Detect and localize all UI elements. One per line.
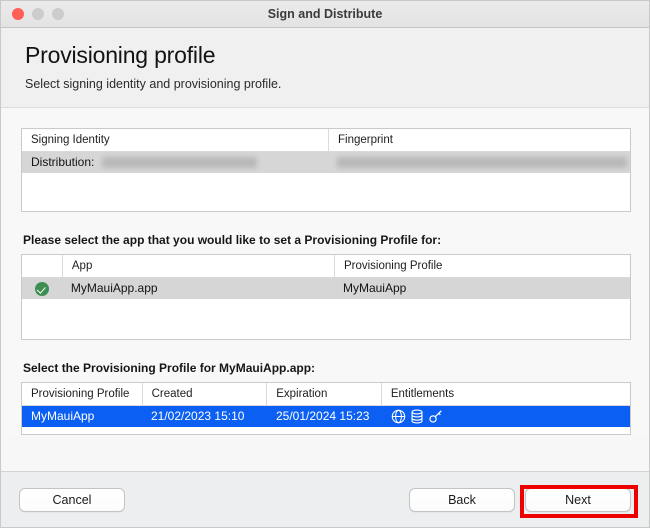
table-row[interactable]: MyMauiApp.app MyMauiApp	[22, 278, 630, 299]
key-icon[interactable]	[428, 409, 443, 424]
zoom-button[interactable]	[52, 8, 64, 20]
table-row[interactable]: Distribution:	[22, 152, 630, 173]
window-title: Sign and Distribute	[267, 7, 383, 21]
column-header-app[interactable]: App	[61, 255, 334, 277]
cell-app: MyMauiApp.app	[70, 281, 158, 295]
signing-identity-prefix: Distribution:	[31, 155, 95, 169]
page-header: Provisioning profile Select signing iden…	[1, 28, 649, 108]
footer-button-group: Back Next	[409, 487, 631, 512]
dialog-body: Signing Identity Fingerprint Distributio…	[1, 108, 649, 435]
back-button[interactable]: Back	[409, 487, 515, 512]
signing-identity-redacted-value	[101, 157, 257, 169]
check-circle-icon[interactable]	[34, 281, 49, 296]
traffic-lights	[1, 8, 64, 20]
network-globe-icon[interactable]	[391, 409, 406, 424]
cell-fingerprint	[328, 152, 630, 173]
profile-section-label: Select the Provisioning Profile for MyMa…	[23, 361, 316, 375]
dialog-footer: Cancel Back Next	[1, 471, 649, 527]
cell-entitlements	[382, 406, 443, 427]
cell-profile: MyMauiApp	[31, 409, 95, 423]
signing-identity-table-header: Signing Identity Fingerprint	[22, 129, 630, 152]
fingerprint-redacted-value	[337, 157, 627, 169]
app-table-header: App Provisioning Profile	[22, 255, 630, 278]
column-header-check[interactable]	[22, 255, 62, 277]
cell-signing-identity: Distribution:	[22, 152, 328, 173]
close-button[interactable]	[12, 8, 24, 20]
database-icon[interactable]	[410, 409, 424, 424]
column-header-signing-identity[interactable]: Signing Identity	[22, 129, 328, 151]
cell-created: 21/02/2023 15:10	[151, 409, 245, 423]
app-table-empty-area	[22, 299, 630, 339]
cell-provisioning-profile: MyMauiApp	[342, 281, 407, 295]
app-section-label: Please select the app that you would lik…	[23, 233, 442, 247]
next-button[interactable]: Next	[525, 487, 631, 512]
column-header-entitlements[interactable]: Entitlements	[380, 383, 630, 405]
page-title: Provisioning profile	[25, 42, 216, 68]
signing-identity-table-empty-area	[22, 173, 630, 211]
column-header-expiration[interactable]: Expiration	[266, 383, 381, 405]
table-row[interactable]: MyMauiApp 21/02/2023 15:10 25/01/2024 15…	[22, 406, 630, 427]
sign-and-distribute-window: Sign and Distribute Provisioning profile…	[0, 0, 650, 528]
cancel-button[interactable]: Cancel	[19, 487, 125, 512]
provisioning-profile-table-header: Provisioning Profile Created Expiration …	[22, 383, 630, 406]
column-header-created[interactable]: Created	[141, 383, 267, 405]
column-header-profile[interactable]: Provisioning Profile	[22, 383, 142, 405]
app-table[interactable]: App Provisioning Profile MyMauiApp.app M…	[21, 254, 631, 340]
provisioning-profile-table[interactable]: Provisioning Profile Created Expiration …	[21, 382, 631, 435]
page-subtitle: Select signing identity and provisioning…	[25, 77, 282, 91]
minimize-button[interactable]	[32, 8, 44, 20]
signing-identity-table[interactable]: Signing Identity Fingerprint Distributio…	[21, 128, 631, 212]
column-header-fingerprint[interactable]: Fingerprint	[327, 129, 630, 151]
column-header-provisioning-profile[interactable]: Provisioning Profile	[333, 255, 630, 277]
window-titlebar: Sign and Distribute	[1, 1, 649, 28]
cell-check[interactable]	[22, 278, 62, 299]
cell-expiration: 25/01/2024 15:23	[276, 409, 370, 423]
